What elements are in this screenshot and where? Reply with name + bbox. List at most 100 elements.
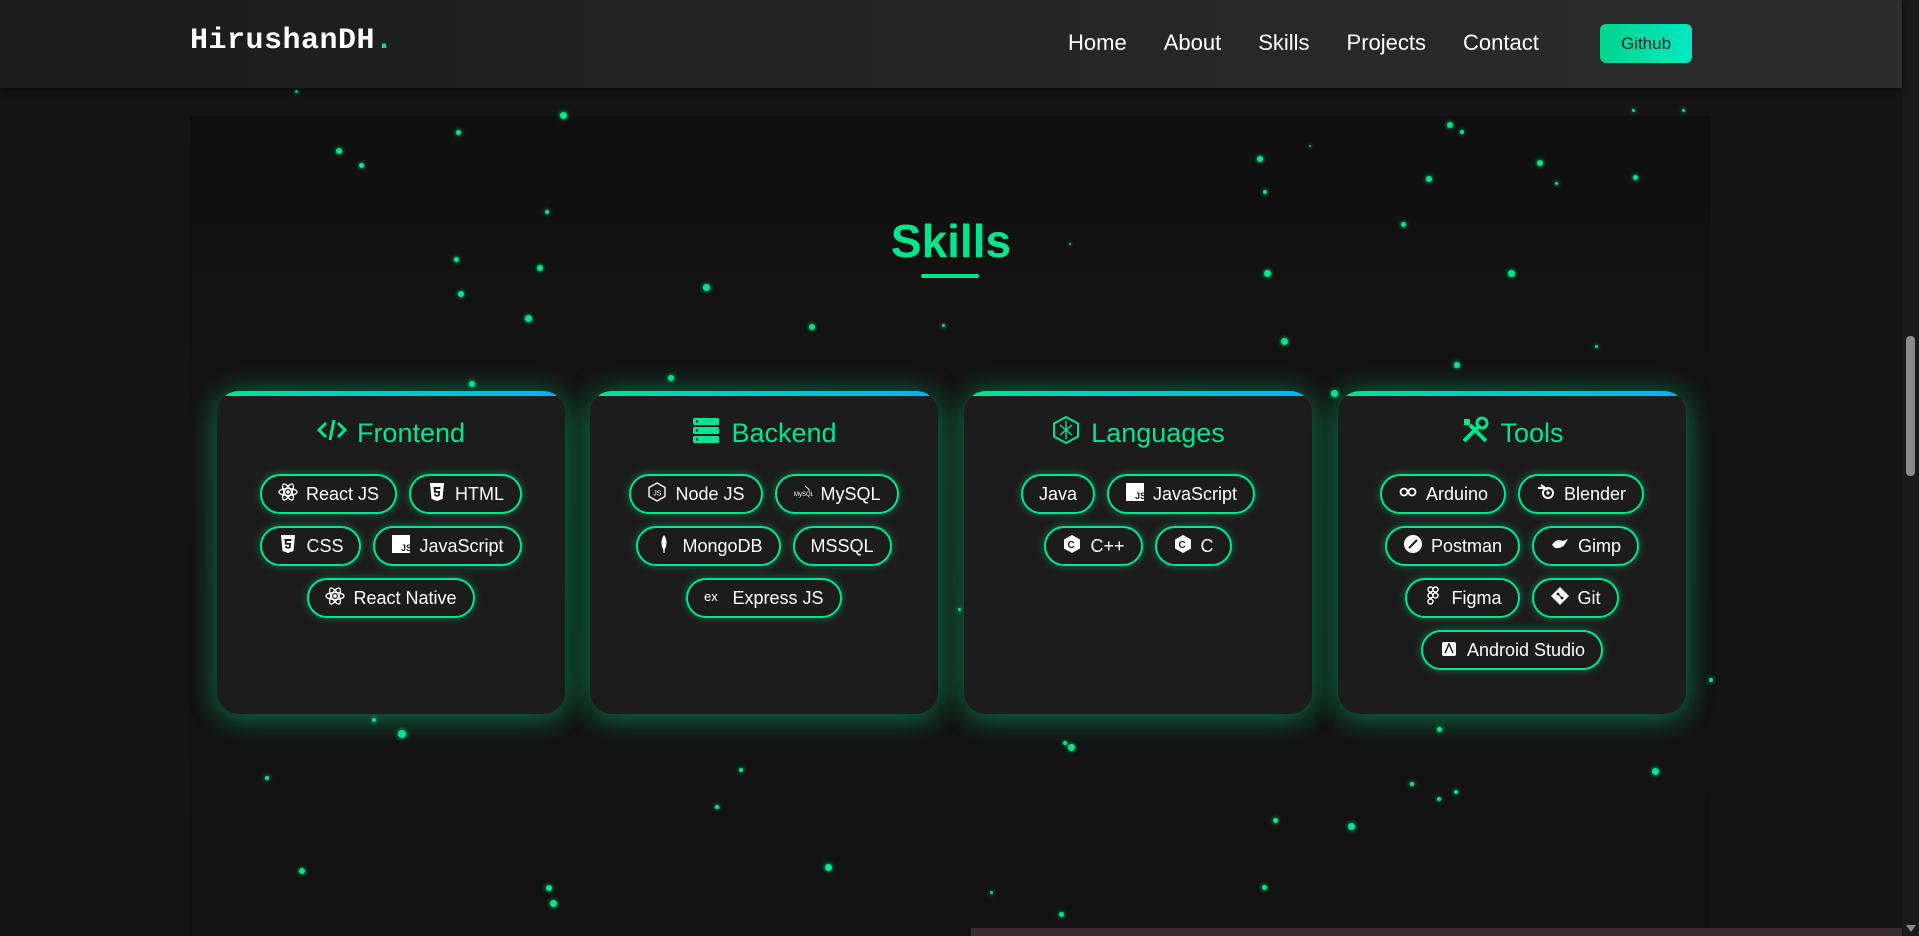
skill-badge: ex Express JS	[686, 578, 842, 618]
svg-text:JS: JS	[401, 543, 411, 553]
page-title: Skills	[890, 215, 1012, 267]
badge-label: Blender	[1564, 483, 1627, 504]
scrollbar[interactable]	[1902, 0, 1919, 936]
react-icon	[325, 586, 346, 611]
badge-label: MSSQL	[810, 535, 874, 556]
scroll-down-arrow-icon[interactable]	[1906, 925, 1916, 932]
skill-badge: React Native	[307, 578, 475, 618]
skill-card-languages: Languages Java JS JavaScript C C++ C C	[964, 391, 1312, 714]
badge-label: React JS	[305, 483, 380, 504]
card-header: Backend	[590, 415, 938, 452]
hexagon-icon	[1051, 415, 1081, 452]
badge-list: React JS HTML CSS JS JavaScript React Na…	[235, 474, 547, 618]
nav-skills[interactable]: Skills	[1258, 30, 1309, 56]
svg-text:C: C	[1178, 540, 1185, 551]
card-title: Backend	[731, 418, 837, 448]
badge-list: JS Node JS MySQL MySQL MongoDB MSSQL ex …	[608, 474, 920, 618]
html5-icon	[427, 482, 447, 507]
skill-badge: HTML	[409, 474, 523, 514]
nav-contact[interactable]: Contact	[1463, 30, 1539, 56]
skill-badge: Java	[1020, 474, 1095, 514]
bottom-strip	[971, 928, 1902, 936]
nav-about[interactable]: About	[1164, 30, 1222, 56]
skill-badge: JS JavaScript	[373, 526, 522, 566]
nodejs-icon: JS	[647, 481, 667, 507]
git-icon	[1550, 586, 1570, 611]
skill-badge: Git	[1531, 578, 1619, 618]
badge-label: JavaScript	[419, 535, 504, 556]
figma-icon	[1423, 585, 1443, 611]
badge-label: JavaScript	[1152, 483, 1238, 504]
infinity-icon	[1398, 482, 1418, 507]
card-header: Tools	[1338, 415, 1686, 452]
postman-icon	[1403, 534, 1423, 559]
skill-badge: Figma	[1405, 578, 1520, 618]
skill-badge: C C	[1154, 526, 1232, 566]
code-icon	[316, 415, 348, 452]
skill-badge: Blender	[1518, 474, 1645, 514]
title-underline	[921, 274, 979, 278]
skill-card-tools: Tools Arduino Blender Postman Gimp Figma…	[1338, 391, 1686, 714]
brand-name: HirushanDH	[190, 24, 376, 58]
nav-home[interactable]: Home	[1068, 30, 1127, 56]
badge-label: Figma	[1451, 587, 1502, 608]
badge-label: Java	[1038, 483, 1077, 504]
nav-links: Home About Skills Projects Contact	[1068, 30, 1576, 56]
skill-badge: Gimp	[1532, 526, 1640, 566]
skill-badge: JS JavaScript	[1106, 474, 1256, 514]
css3-icon	[278, 534, 298, 559]
skill-badge: Android Studio	[1420, 630, 1604, 670]
android-studio-icon	[1439, 638, 1459, 663]
skill-badge: C C++	[1044, 526, 1143, 566]
skill-badge: CSS	[260, 526, 362, 566]
badge-label: C++	[1090, 535, 1125, 556]
skill-badge: Postman	[1384, 526, 1521, 566]
nav-projects[interactable]: Projects	[1347, 30, 1426, 56]
badge-label: Git	[1577, 587, 1601, 608]
gimp-icon	[1550, 534, 1570, 559]
badge-label: Android Studio	[1466, 639, 1586, 660]
particle	[1632, 109, 1635, 112]
skill-badge: React JS	[259, 474, 398, 514]
react-icon	[278, 482, 298, 507]
badge-label: HTML	[455, 483, 505, 504]
badge-label: C	[1200, 535, 1214, 556]
badge-label: Gimp	[1578, 535, 1622, 556]
github-button[interactable]: Github	[1600, 24, 1692, 63]
blender-icon	[1536, 482, 1556, 507]
skill-badge: MongoDB	[636, 526, 781, 566]
card-header: Frontend	[217, 415, 565, 452]
cpp-icon: C	[1062, 534, 1082, 559]
scrollbar-thumb[interactable]	[1906, 336, 1915, 476]
skill-card-backend: Backend JS Node JS MySQL MySQL MongoDB M…	[590, 391, 938, 714]
navbar: HirushanDH. Home About Skills Projects C…	[0, 0, 1902, 88]
badge-label: Arduino	[1425, 483, 1488, 504]
js-icon: JS	[391, 534, 413, 559]
skill-badge: MySQL MySQL	[774, 474, 899, 514]
card-title: Languages	[1091, 418, 1225, 448]
svg-text:C: C	[1068, 540, 1075, 551]
brand-logo[interactable]: HirushanDH.	[190, 24, 394, 58]
badge-label: Postman	[1430, 535, 1503, 556]
skill-card-frontend: Frontend React JS HTML CSS JS JavaScript…	[217, 391, 565, 714]
badge-label: MongoDB	[682, 535, 763, 556]
badge-label: MySQL	[820, 483, 881, 504]
particle	[1682, 109, 1685, 112]
skill-badge: Arduino	[1379, 474, 1506, 514]
mysql-icon: MySQL	[793, 482, 814, 507]
card-title: Tools	[1500, 418, 1564, 448]
svg-text:MySQL: MySQL	[794, 492, 813, 498]
svg-text:JS: JS	[654, 490, 663, 497]
js-icon: JS	[1125, 482, 1146, 507]
badge-label: React Native	[353, 587, 457, 608]
card-title: Frontend	[356, 418, 466, 448]
tools-icon	[1460, 415, 1490, 452]
svg-text:ex: ex	[704, 589, 718, 604]
badge-label: Node JS	[675, 483, 745, 504]
server-icon	[691, 415, 721, 452]
brand-dot: .	[375, 24, 394, 58]
particle	[295, 90, 298, 93]
skill-badge: MSSQL	[792, 526, 892, 566]
badge-label: Express JS	[732, 587, 824, 608]
svg-text:JS: JS	[1135, 491, 1145, 501]
